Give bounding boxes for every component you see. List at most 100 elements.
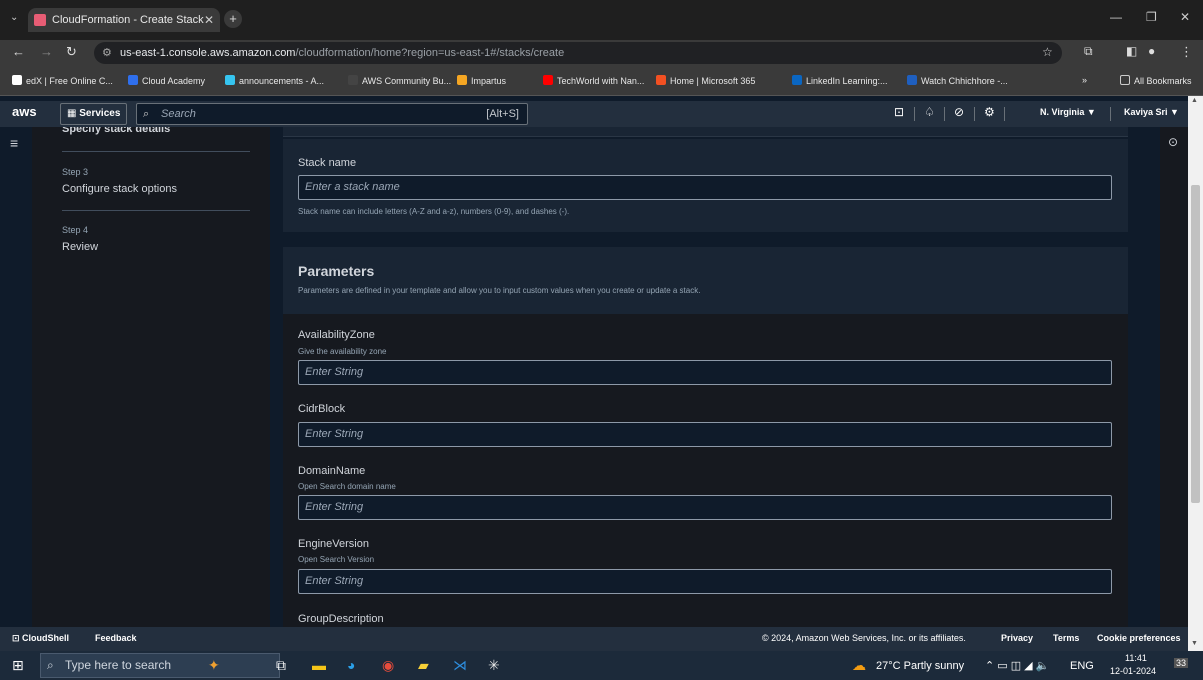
scrollbar-thumb[interactable]	[1191, 185, 1200, 503]
weather-icon: ☁	[852, 657, 866, 673]
side-navigation-menu-icon[interactable]: ≡	[10, 135, 18, 151]
bookmarks-overflow-icon[interactable]: »	[1082, 75, 1087, 85]
tab-search-icon[interactable]: ⌄	[10, 12, 18, 23]
stack-name-input[interactable]: Enter a stack name	[298, 175, 1112, 200]
browser-tab-active[interactable]: CloudFormation - Create Stack ✕	[28, 8, 220, 32]
bookmark-item[interactable]: Cloud Academy	[128, 75, 205, 86]
step-3-title[interactable]: Configure stack options	[62, 183, 177, 195]
step-3-number: Step 3	[62, 167, 89, 177]
bookmark-favicon-icon	[12, 75, 22, 85]
bookmark-item[interactable]: LinkedIn Learning:...	[792, 75, 888, 86]
terms-link[interactable]: Terms	[1053, 633, 1079, 643]
close-window-icon[interactable]: ✕	[1180, 10, 1190, 24]
search-icon: ⌕	[47, 658, 54, 672]
minimize-icon[interactable]: —	[1110, 10, 1122, 24]
all-bookmarks-button[interactable]: All Bookmarks	[1120, 75, 1192, 86]
search-highlight-icon[interactable]: ✦	[208, 657, 220, 674]
bookmark-favicon-icon	[543, 75, 553, 85]
aws-logo[interactable]: aws	[12, 104, 37, 119]
info-panel-icon[interactable]: ⊙	[1168, 135, 1178, 149]
divider	[974, 107, 975, 121]
browser-tab-strip: ⌄ CloudFormation - Create Stack ✕ + — ❐ …	[0, 0, 1203, 40]
task-view-icon[interactable]: ⧉	[276, 657, 286, 674]
reload-icon[interactable]: ↻	[66, 44, 77, 60]
slack-icon[interactable]: ✳	[488, 657, 500, 674]
bookmark-item[interactable]: announcements - A...	[225, 75, 324, 86]
step-4-title[interactable]: Review	[62, 241, 98, 253]
scroll-up-icon[interactable]: ▲	[1191, 97, 1198, 104]
address-bar-row: ← → ↻ ⚙ us-east-1.console.aws.amazon.com…	[0, 40, 1203, 66]
cloudshell-icon[interactable]: ⊡	[894, 105, 904, 119]
side-panel-icon[interactable]: ◧	[1126, 44, 1137, 58]
weather-text[interactable]: 27°C Partly sunny	[876, 660, 964, 672]
param-label-engineversion: EngineVersion	[298, 538, 369, 550]
services-menu-button[interactable]: ▦ Services	[60, 103, 128, 125]
bookmark-item[interactable]: Watch Chhichhore -...	[907, 75, 1008, 86]
aws-search-input[interactable]: ⌕ Search [Alt+S]	[136, 103, 528, 125]
chrome-browser-icon[interactable]: ◉	[382, 657, 394, 674]
notification-count-badge[interactable]: 33	[1174, 658, 1189, 668]
stack-name-label: Stack name	[298, 157, 357, 169]
bookmark-label: Impartus	[471, 76, 507, 86]
new-tab-button[interactable]: +	[224, 10, 242, 28]
forward-icon[interactable]: →	[40, 44, 53, 59]
edge-browser-icon[interactable]: ◕	[347, 657, 355, 673]
param-input-domainname[interactable]: Enter String	[298, 495, 1112, 520]
cookie-preferences-link[interactable]: Cookie preferences	[1097, 633, 1181, 643]
bookmark-label: AWS Community Bu...	[362, 76, 452, 86]
param-input-engineversion[interactable]: Enter String	[298, 569, 1112, 594]
privacy-link[interactable]: Privacy	[1001, 633, 1033, 643]
feedback-link[interactable]: Feedback	[95, 633, 137, 643]
param-desc-engineversion: Open Search Version	[298, 555, 375, 564]
cloudshell-button[interactable]: ⊡ CloudShell	[12, 633, 69, 644]
step-2-title[interactable]: Specify stack details	[62, 127, 170, 135]
url-bar[interactable]: ⚙ us-east-1.console.aws.amazon.com/cloud…	[94, 42, 1062, 64]
bookmark-item[interactable]: Impartus	[457, 75, 506, 86]
windows-start-icon[interactable]: ⊞	[12, 657, 24, 674]
aws-footer: ⊡ CloudShell Feedback © 2024, Amazon Web…	[0, 627, 1188, 651]
site-info-icon[interactable]: ⚙	[102, 42, 112, 64]
parameters-header	[283, 247, 1128, 314]
bookmark-item[interactable]: edX | Free Online C...	[12, 75, 113, 86]
back-icon[interactable]: ←	[12, 44, 25, 59]
region-selector[interactable]: N. Virginia ▼	[1040, 107, 1096, 117]
bookmark-label: announcements - A...	[239, 76, 325, 86]
param-input-cidrblock[interactable]: Enter String	[298, 422, 1112, 447]
cloudformation-favicon-icon	[34, 14, 46, 26]
notifications-bell-icon[interactable]: ♤	[924, 105, 935, 119]
scroll-down-icon[interactable]: ▼	[1191, 640, 1198, 647]
system-tray-icons[interactable]: ⌃ ▭ ◫ ◢ 🔈	[985, 659, 1049, 672]
bookmark-item[interactable]: Home | Microsoft 365	[656, 75, 755, 86]
search-icon: ⌕	[143, 108, 150, 120]
main-content: ≡ Specify stack details Step 3 Configure…	[0, 127, 1188, 627]
bookmark-label: Home | Microsoft 365	[670, 76, 756, 86]
vscode-icon[interactable]: ⋊	[453, 657, 467, 674]
clock-date[interactable]: 12-01-2024	[1110, 666, 1156, 676]
restore-icon[interactable]: ❐	[1146, 10, 1157, 24]
account-menu[interactable]: Kaviya Sri ▼	[1124, 107, 1179, 117]
sticky-notes-icon[interactable]: ▰	[418, 657, 429, 674]
bookmark-item[interactable]: AWS Community Bu...	[348, 75, 451, 86]
profile-avatar-icon[interactable]: ●	[1148, 44, 1155, 58]
stack-name-placeholder: Enter a stack name	[305, 181, 400, 193]
clock-time[interactable]: 11:41	[1125, 653, 1147, 663]
file-explorer-icon[interactable]: ▬	[312, 657, 326, 673]
param-label-cidrblock: CidrBlock	[298, 403, 346, 415]
settings-gear-icon[interactable]: ⚙	[984, 105, 995, 119]
language-indicator[interactable]: ENG	[1070, 660, 1094, 672]
bookmark-item[interactable]: TechWorld with Nan...	[543, 75, 644, 86]
tab-title: CloudFormation - Create Stack	[52, 14, 204, 26]
extensions-icon[interactable]: ⧉	[1084, 44, 1093, 59]
bookmark-label: LinkedIn Learning:...	[806, 76, 888, 86]
param-input-availabilityzone[interactable]: Enter String	[298, 360, 1112, 385]
tab-close-icon[interactable]: ✕	[204, 13, 214, 27]
search-shortcut-hint: [Alt+S]	[486, 108, 519, 120]
bookmark-star-icon[interactable]: ☆	[1042, 45, 1053, 59]
help-icon[interactable]: ⊘	[954, 105, 964, 119]
browser-menu-icon[interactable]: ⋮	[1180, 44, 1193, 60]
taskbar-search-input[interactable]: ⌕ Type here to search	[40, 653, 280, 678]
divider	[1110, 107, 1111, 121]
param-desc-domainname: Open Search domain name	[298, 482, 396, 491]
param-placeholder: Enter String	[305, 428, 364, 440]
all-bookmarks-label: All Bookmarks	[1134, 76, 1192, 86]
